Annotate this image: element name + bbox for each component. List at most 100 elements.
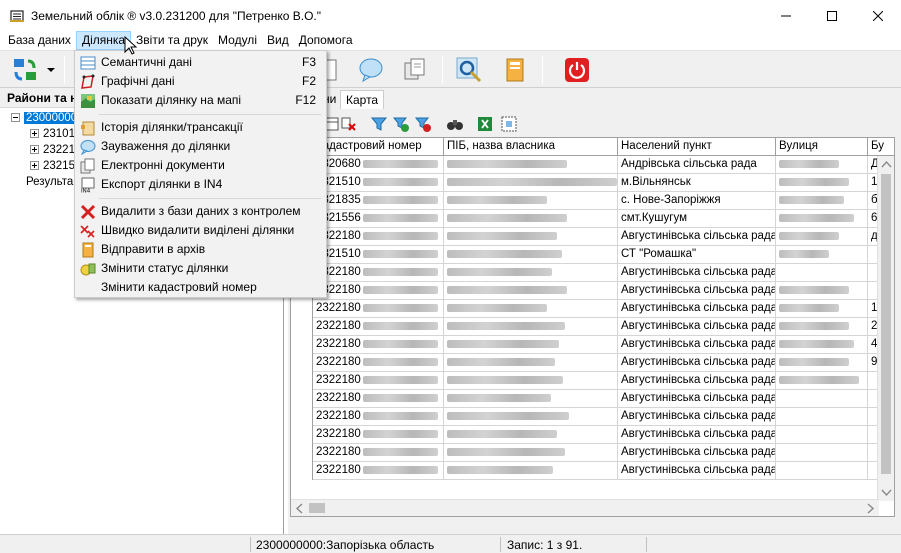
- cell-cadastral[interactable]: 2322180: [313, 462, 444, 480]
- cell-settlement[interactable]: Августинівська сільська рада: [618, 300, 776, 318]
- cell-street[interactable]: [776, 156, 868, 174]
- cell-cadastral[interactable]: 2322180: [313, 408, 444, 426]
- cell-settlement[interactable]: Андрівська сільська рада: [618, 156, 776, 174]
- expand-icon[interactable]: [30, 145, 39, 155]
- cell-cadastral[interactable]: 2321556: [313, 210, 444, 228]
- tree-results[interactable]: Результа: [26, 174, 73, 190]
- menu-item-delete-controlled[interactable]: Видалити з бази даних з контролем: [77, 202, 324, 221]
- cell-settlement[interactable]: Августинівська сільська рада: [618, 354, 776, 372]
- row-indicator[interactable]: [291, 372, 313, 390]
- cell-settlement[interactable]: Августинівська сільська рада: [618, 264, 776, 282]
- table-row[interactable]: 2321510м.Вільнянськ14: [291, 174, 894, 192]
- cell-street[interactable]: [776, 264, 868, 282]
- cell-owner[interactable]: [444, 282, 618, 300]
- table-row[interactable]: 2322180 Августинівська сільська рада: [291, 444, 894, 462]
- cell-owner[interactable]: [444, 426, 618, 444]
- table-row[interactable]: 2321556смт.Кушугум66: [291, 210, 894, 228]
- cell-cadastral[interactable]: 2322180: [313, 228, 444, 246]
- cell-cadastral[interactable]: 2320680: [313, 156, 444, 174]
- cell-street[interactable]: [776, 426, 868, 444]
- cell-cadastral[interactable]: 2322180: [313, 372, 444, 390]
- horizontal-scrollbar[interactable]: [291, 499, 879, 516]
- table-row[interactable]: 2320680 Андрівська сільська рада Д: [291, 156, 894, 174]
- cell-owner[interactable]: [444, 408, 618, 426]
- table-row[interactable]: 2321510 СТ "Ромашка": [291, 246, 894, 264]
- row-indicator[interactable]: [291, 390, 313, 408]
- table-row[interactable]: 2322180 Августинівська сільська рада ді: [291, 228, 894, 246]
- archive-book-icon[interactable]: [500, 55, 530, 85]
- expand-icon[interactable]: [30, 161, 39, 171]
- cell-street[interactable]: [776, 174, 868, 192]
- cell-owner[interactable]: [444, 228, 618, 246]
- binoculars-icon[interactable]: [446, 115, 464, 133]
- menu-help[interactable]: Допомога: [294, 31, 358, 50]
- cell-owner[interactable]: [444, 390, 618, 408]
- cell-owner[interactable]: [444, 210, 618, 228]
- menu-item-change-cadastral[interactable]: Змінити кадастровий номер: [77, 278, 324, 297]
- cell-street[interactable]: [776, 192, 868, 210]
- expand-icon[interactable]: [30, 129, 39, 139]
- cell-street[interactable]: [776, 246, 868, 264]
- cell-settlement[interactable]: Августинівська сільська рада: [618, 336, 776, 354]
- menu-item-history[interactable]: Історія ділянки/трансакції: [77, 118, 324, 137]
- menu-view[interactable]: Вид: [262, 31, 294, 50]
- column-building[interactable]: Бу: [868, 138, 894, 156]
- cell-cadastral[interactable]: 2322180: [313, 444, 444, 462]
- cell-settlement[interactable]: Августинівська сільська рада: [618, 444, 776, 462]
- cell-cadastral[interactable]: 2322180: [313, 354, 444, 372]
- cell-cadastral[interactable]: 2321510: [313, 246, 444, 264]
- cell-settlement[interactable]: Августинівська сільська рада: [618, 408, 776, 426]
- collapse-icon[interactable]: [11, 113, 20, 123]
- menu-database[interactable]: База даних: [3, 31, 76, 50]
- cell-owner[interactable]: [444, 300, 618, 318]
- table-row[interactable]: 2322180Августинівська сільська рада94: [291, 354, 894, 372]
- power-icon[interactable]: [562, 55, 592, 85]
- menu-parcel[interactable]: Ділянка: [75, 31, 132, 50]
- cell-settlement[interactable]: м.Вільнянськ: [618, 174, 776, 192]
- cell-owner[interactable]: [444, 318, 618, 336]
- cell-street[interactable]: [776, 228, 868, 246]
- menu-item-change-status[interactable]: Змінити статус ділянки: [77, 259, 324, 278]
- cell-settlement[interactable]: Августинівська сільська рада: [618, 282, 776, 300]
- cell-owner[interactable]: [444, 264, 618, 282]
- cell-cadastral[interactable]: 2322180: [313, 390, 444, 408]
- sync-icon[interactable]: [10, 55, 40, 85]
- table-row[interactable]: 2322180 Августинівська сільська рада: [291, 264, 894, 282]
- close-button[interactable]: [855, 0, 901, 31]
- cell-settlement[interactable]: Августинівська сільська рада: [618, 228, 776, 246]
- cell-cadastral[interactable]: 2322180: [313, 264, 444, 282]
- filter-add-icon[interactable]: [392, 115, 410, 133]
- cell-street[interactable]: [776, 318, 868, 336]
- cell-street[interactable]: [776, 408, 868, 426]
- table-row[interactable]: 2322180 Августинівська сільська рада: [291, 462, 894, 480]
- delete-rows-icon[interactable]: [340, 115, 358, 133]
- menu-reports[interactable]: Звіти та друк: [131, 31, 213, 50]
- menu-item-archive[interactable]: Відправити в архів: [77, 240, 324, 259]
- menu-item-semantic[interactable]: Семантичні дані F3: [77, 53, 324, 72]
- cell-cadastral[interactable]: 2322180: [313, 282, 444, 300]
- cell-cadastral[interactable]: 2322180: [313, 318, 444, 336]
- tree-item[interactable]: 23215: [30, 158, 75, 174]
- vertical-scrollbar[interactable]: [877, 156, 894, 501]
- cell-cadastral[interactable]: 2322180: [313, 300, 444, 318]
- row-indicator[interactable]: [291, 318, 313, 336]
- cell-owner[interactable]: [444, 174, 618, 192]
- menu-item-documents[interactable]: Електронні документи: [77, 156, 324, 175]
- filter-icon[interactable]: [370, 115, 388, 133]
- cell-street[interactable]: [776, 462, 868, 480]
- cell-street[interactable]: [776, 444, 868, 462]
- cell-owner[interactable]: [444, 192, 618, 210]
- cell-settlement[interactable]: Августинівська сільська рада: [618, 462, 776, 480]
- cell-street[interactable]: [776, 372, 868, 390]
- cell-owner[interactable]: [444, 336, 618, 354]
- table-row[interactable]: 2322180Августинівська сільська рада19: [291, 300, 894, 318]
- table-row[interactable]: 2322180Августинівська сільська рада46: [291, 336, 894, 354]
- grid-icon[interactable]: [500, 115, 518, 133]
- cell-cadastral[interactable]: 2322180: [313, 426, 444, 444]
- row-indicator[interactable]: [291, 354, 313, 372]
- row-indicator[interactable]: [291, 462, 313, 480]
- maximize-button[interactable]: [809, 0, 855, 31]
- cell-street[interactable]: [776, 354, 868, 372]
- menu-modules[interactable]: Модулі: [213, 31, 262, 50]
- cell-owner[interactable]: [444, 372, 618, 390]
